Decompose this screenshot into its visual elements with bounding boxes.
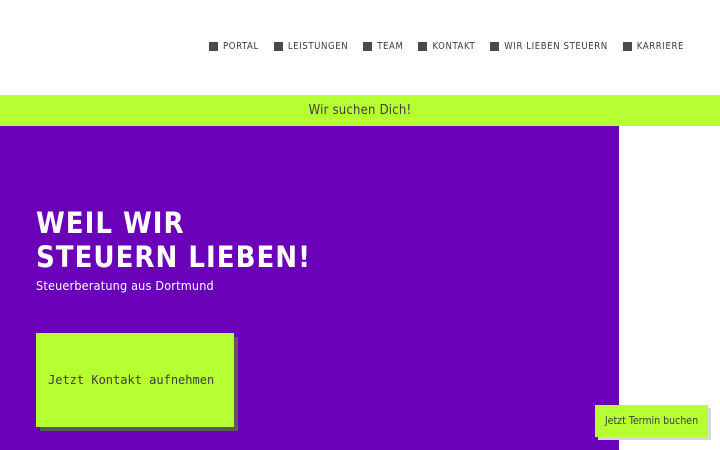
nav-item-label: Leistungen [287,41,349,52]
square-icon [622,42,632,51]
nav-item-kontakt[interactable]: Kontakt [418,41,475,52]
contact-cta-button[interactable]: Jetzt Kontakt aufnehmen [36,333,234,427]
square-icon [209,42,219,51]
job-banner-text: Wir suchen Dich! [308,103,412,118]
square-icon [273,42,283,51]
hero-subtitle: Steuerberatung aus Dortmund [36,278,214,293]
nav-item-label: Wir lieben Steuern [504,41,608,52]
nav-item-karriere[interactable]: Karriere [622,41,684,52]
square-icon [363,42,373,51]
book-appointment-button[interactable]: Jetzt Termin buchen [595,405,708,437]
nav-item-wir-lieben-steuern[interactable]: Wir lieben Steuern [490,41,608,52]
hero-section: Weil wir Steuern lieben! Steuerberatung … [0,126,619,450]
hero-title: Weil wir Steuern lieben! [36,206,312,274]
site-header: Portal Leistungen Team Kontakt Wir liebe… [0,0,720,95]
nav-item-leistungen[interactable]: Leistungen [273,41,349,52]
square-icon [490,42,500,51]
nav-item-label: Portal [223,41,259,52]
square-icon [418,42,428,51]
job-banner[interactable]: Wir suchen Dich! [0,95,720,126]
nav-item-portal[interactable]: Portal [209,41,259,52]
nav-item-label: Karriere [636,41,684,52]
main-nav: Portal Leistungen Team Kontakt Wir liebe… [209,41,684,52]
nav-item-team[interactable]: Team [363,41,403,52]
nav-item-label: Kontakt [432,41,476,52]
nav-item-label: Team [377,41,404,52]
